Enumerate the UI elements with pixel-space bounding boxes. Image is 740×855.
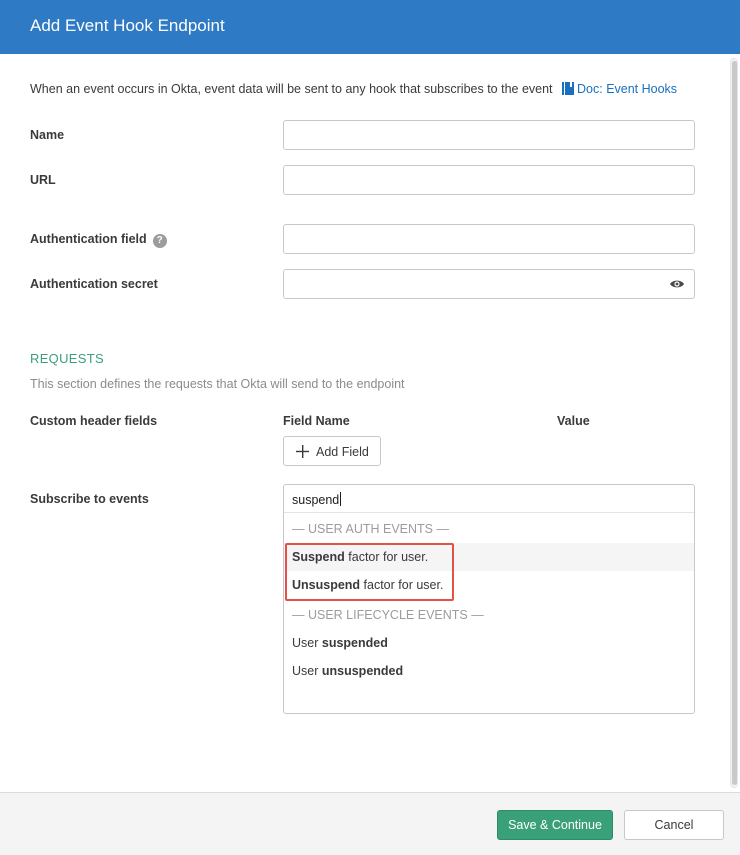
group-header-user-auth: — USER AUTH EVENTS — [292,522,449,536]
name-input[interactable] [283,120,695,150]
scrollbar-thumb[interactable] [732,61,737,785]
doc-link-label: Doc: Event Hooks [577,82,678,96]
text-caret [340,492,342,506]
subscribe-events-label: Subscribe to events [30,492,149,506]
intro-text: When an event occurs in Okta, event data… [30,82,677,96]
annotation-highlight-box [285,543,454,601]
group-header-user-lifecycle: — USER LIFECYCLE EVENTS — [292,608,484,622]
requests-section-description: This section defines the requests that O… [30,377,405,391]
value-header: Value [557,414,590,428]
field-name-header: Field Name [283,414,350,428]
event-search-text: suspend [292,492,342,507]
event-search-input[interactable]: suspend [284,485,694,513]
cancel-button[interactable]: Cancel [624,810,724,840]
auth-field-input[interactable] [283,224,695,254]
vertical-scrollbar[interactable] [730,58,738,788]
option-user-suspended[interactable]: User suspended [284,629,694,657]
help-icon[interactable]: ? [152,234,167,248]
save-continue-button[interactable]: Save & Continue [497,810,613,840]
option-user-unsuspended[interactable]: User unsuspended [284,657,694,685]
custom-header-label: Custom header fields [30,414,158,428]
auth-field-label-text: Authentication field [30,232,147,246]
intro-description: When an event occurs in Okta, event data… [30,82,553,96]
url-input[interactable] [283,165,695,195]
add-field-label: Add Field [316,445,369,459]
url-label: URL [30,173,56,187]
dialog-header: Add Event Hook Endpoint [0,0,740,54]
book-icon [562,82,575,95]
doc-event-hooks-link[interactable]: Doc: Event Hooks [562,82,677,96]
dialog-footer: Save & Continue Cancel [0,792,740,855]
requests-section-title: REQUESTS [30,351,104,366]
auth-field-label: Authentication field? [30,232,167,248]
auth-secret-field[interactable] [283,269,695,299]
dialog-title: Add Event Hook Endpoint [30,16,225,35]
dialog-body[interactable]: When an event occurs in Okta, event data… [0,54,740,792]
add-field-button[interactable]: Add Field [283,436,381,466]
auth-secret-label: Authentication secret [30,277,158,291]
name-label: Name [30,128,65,142]
eye-icon[interactable] [669,278,685,290]
plus-icon [296,445,309,458]
